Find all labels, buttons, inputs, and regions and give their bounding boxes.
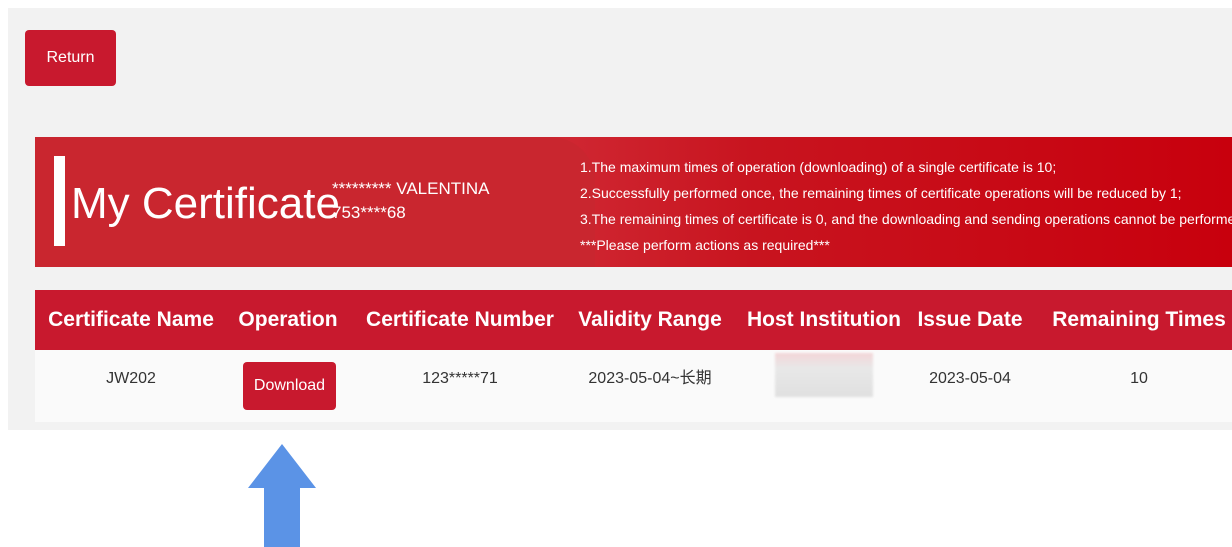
table-header: Certificate Name Operation Certificate N… (35, 290, 1232, 350)
cell-issue-date: 2023-05-04 (929, 370, 1011, 387)
header-certificate-name: Certificate Name (48, 308, 214, 331)
certificate-banner: My Certificate ********* VALENTINA 753**… (35, 137, 1232, 267)
cell-host-institution-redacted (775, 353, 873, 397)
cell-validity-range: 2023-05-04~长期 (588, 370, 712, 387)
user-name: ********* VALENTINA (332, 179, 490, 198)
usage-notes: 1.The maximum times of operation (downlo… (580, 154, 1232, 258)
header-validity-range: Validity Range (578, 308, 722, 331)
cell-certificate-name: JW202 (106, 370, 156, 387)
return-button[interactable]: Return (25, 30, 116, 86)
header-host-institution: Host Institution (747, 308, 901, 331)
header-operation: Operation (238, 308, 338, 331)
banner-title-block: My Certificate ********* VALENTINA 753**… (35, 137, 595, 267)
note-line: 3.The remaining times of certificate is … (580, 211, 1232, 227)
page-title: My Certificate (71, 179, 340, 228)
title-accent-bar (54, 156, 65, 246)
user-id: 753****68 (332, 203, 406, 222)
cell-certificate-number: 123*****71 (422, 370, 498, 387)
header-issue-date: Issue Date (917, 308, 1023, 331)
table-row: JW202 Download 123*****71 2023-05-04~长期 … (35, 350, 1232, 422)
note-line: 2.Successfully performed once, the remai… (580, 185, 1182, 201)
header-certificate-number: Certificate Number (366, 308, 554, 331)
note-line: ***Please perform actions as required*** (580, 237, 830, 253)
download-button[interactable]: Download (243, 362, 336, 410)
note-line: 1.The maximum times of operation (downlo… (580, 159, 1057, 175)
header-remaining-times: Remaining Times (1052, 308, 1226, 331)
cell-remaining-times: 10 (1130, 370, 1148, 387)
arrow-up-icon (248, 444, 316, 547)
